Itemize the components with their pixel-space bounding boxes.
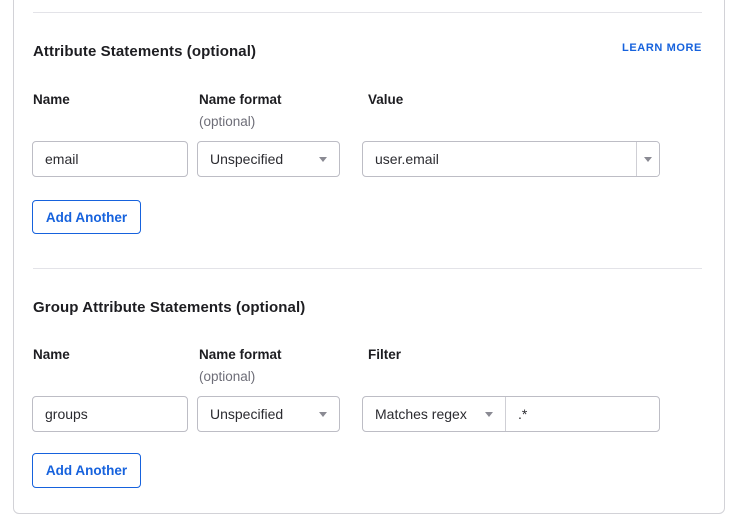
group-attribute-filter-value-input[interactable] — [506, 397, 659, 431]
column-header-filter: Filter — [368, 347, 401, 362]
column-header-name: Name — [33, 347, 70, 362]
attribute-value-dropdown-button[interactable] — [636, 142, 659, 176]
chevron-down-icon — [485, 412, 493, 417]
attribute-name-format-select[interactable]: Unspecified — [197, 141, 340, 177]
group-attribute-filter-type-selected-value: Matches regex — [375, 406, 467, 422]
column-note-optional: (optional) — [199, 114, 255, 129]
column-header-value: Value — [368, 92, 403, 107]
chevron-down-icon — [644, 157, 652, 162]
attribute-statements-heading: Attribute Statements (optional) — [33, 43, 256, 60]
column-note-optional: (optional) — [199, 369, 255, 384]
group-attribute-filter-type-select[interactable]: Matches regex — [363, 397, 506, 431]
learn-more-link[interactable]: LEARN MORE — [622, 42, 702, 54]
section-divider — [33, 12, 702, 13]
attribute-name-format-selected-value: Unspecified — [210, 151, 283, 167]
section-divider — [33, 268, 702, 269]
add-another-group-attribute-button[interactable]: Add Another — [32, 453, 141, 488]
add-another-attribute-button[interactable]: Add Another — [32, 200, 141, 234]
group-attribute-name-format-select[interactable]: Unspecified — [197, 396, 340, 432]
column-header-name-format: Name format — [199, 347, 282, 362]
chevron-down-icon — [319, 412, 327, 417]
attribute-value-input[interactable] — [363, 142, 636, 176]
column-header-name-format: Name format — [199, 92, 282, 107]
settings-card — [13, 0, 725, 514]
attribute-value-combo — [362, 141, 660, 177]
chevron-down-icon — [319, 157, 327, 162]
column-header-name: Name — [33, 92, 70, 107]
group-attribute-name-input[interactable] — [32, 396, 188, 432]
group-attribute-statements-heading: Group Attribute Statements (optional) — [33, 299, 305, 316]
saml-settings-panel: Attribute Statements (optional) LEARN MO… — [0, 0, 737, 530]
group-attribute-name-format-selected-value: Unspecified — [210, 406, 283, 422]
attribute-name-input[interactable] — [32, 141, 188, 177]
group-attribute-filter-combo: Matches regex — [362, 396, 660, 432]
